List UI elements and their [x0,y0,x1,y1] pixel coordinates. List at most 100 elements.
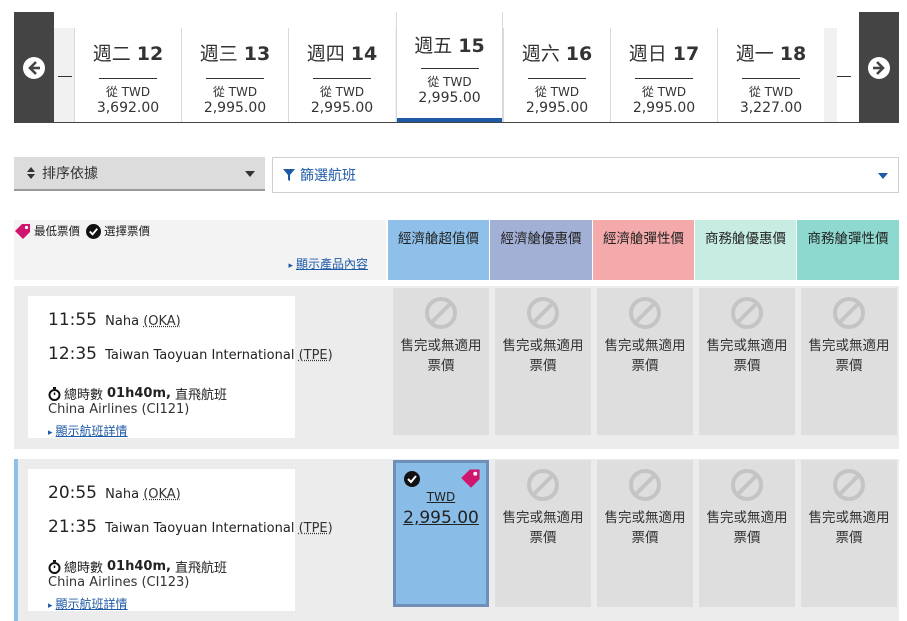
fare-cell-unavailable[interactable]: 售完或無適用票價 [393,288,489,435]
date-day: 17 [672,43,700,65]
date-day: 13 [243,43,271,65]
date-price: 2,995.00 [203,100,267,116]
unavailable-text: 售完或無適用票價 [604,338,686,374]
date-from-label: 從 TWD [534,85,580,99]
arrival-city: Taiwan Taoyuan International [105,521,295,536]
arrival: 21:35 Taiwan Taoyuan International (TPE) [48,517,333,537]
filter-label: 篩選航班 [300,168,356,184]
price-tag-icon [15,224,30,239]
date-from-label: 從 TWD [641,85,687,99]
unavailable-text: 售完或無適用票價 [808,338,890,374]
show-product-link[interactable]: ▸ 顯示產品內容 [288,255,368,272]
date-tab-6[interactable]: 週一 18 從 TWD 3,227.00 [717,28,824,122]
not-available-icon [629,297,661,329]
departure-time: 11:55 [48,310,97,330]
chevron-right-icon: ▸ [48,601,53,611]
date-weekday: 週五 [414,35,453,57]
date-tab-0[interactable]: 週二 12 從 TWD 3,692.00 [74,28,181,122]
date-day: 12 [136,43,164,65]
date-price: 3,692.00 [96,100,160,116]
fare-cell-unavailable[interactable]: 售完或無適用票價 [699,288,795,435]
departure-city: Naha [105,487,140,502]
date-price: 2,995.00 [632,100,696,116]
arrival-code: (TPE) [298,521,333,536]
duration-value: 01h40m, [107,386,171,401]
fare-amount: 2,995.00 [403,508,479,528]
duration-label: 總時數 [64,388,104,403]
chevron-down-icon [245,171,255,177]
not-available-icon [629,469,661,501]
fare-legend: 最低票價 選擇票價 ▸ 顯示產品內容 [14,220,386,280]
date-price: 3,227.00 [739,100,803,116]
date-tab-3[interactable]: 週五 15 從 TWD 2,995.00 [396,12,503,122]
fare-cell-unavailable[interactable]: 售完或無適用票價 [597,288,693,435]
stops-label: 直飛航班 [174,388,227,403]
fare-header-label: 商務艙優惠價 [705,231,786,247]
fare-cell-economy-saver-selected[interactable]: TWD 2,995.00 [393,460,489,607]
date-from-label: 從 TWD [212,85,258,99]
date-peek-previous [54,28,74,122]
date-tab-4[interactable]: 週六 16 從 TWD 2,995.00 [503,28,610,122]
arrow-right-circle-icon [868,56,890,79]
departure-code: (OKA) [143,487,181,502]
date-tab-2[interactable]: 週四 14 從 TWD 2,995.00 [288,28,395,122]
fare-header-business-flex: 商務艙彈性價 [797,220,899,280]
date-weekday: 週六 [521,43,560,65]
price-tag-icon [461,469,480,488]
not-available-icon [833,297,865,329]
date-track: 週二 12 從 TWD 3,692.00 週三 13 從 TWD 2,995.00 … [54,12,859,123]
not-available-icon [527,469,559,501]
check-circle-icon [404,471,420,487]
date-weekday: 週一 [735,43,774,65]
fare-header-label: 經濟艙優惠價 [500,231,582,247]
unavailable-text: 售完或無適用票價 [502,510,584,546]
date-price: 2,995.00 [418,90,481,106]
flight-row: 11:55 Naha (OKA) 12:35 Taiwan Taoyuan In… [14,286,899,449]
date-day: 15 [458,35,485,57]
unavailable-text: 售完或無適用票價 [706,510,788,546]
sort-dropdown[interactable]: 排序依據 [14,157,265,191]
stopwatch-icon [48,559,61,574]
flight-details-label: 顯示航班詳情 [55,424,128,438]
date-day: 16 [565,43,593,65]
flight-details-link[interactable]: ▸ 顯示航班詳情 [48,422,128,439]
flight-details-link[interactable]: ▸ 顯示航班詳情 [48,595,128,612]
flight-details-label: 顯示航班詳情 [55,597,128,611]
date-weekday: 週日 [628,43,667,65]
next-dates-button[interactable] [859,12,899,123]
arrow-left-circle-icon [23,56,45,79]
chevron-down-icon [878,173,888,179]
date-day: 18 [779,43,807,65]
not-available-icon [833,469,865,501]
date-tab-1[interactable]: 週三 13 從 TWD 2,995.00 [181,28,288,122]
date-peek-next [837,28,859,122]
fare-cell-unavailable[interactable]: 售完或無適用票價 [801,288,897,435]
fare-header-label: 商務艙彈性價 [807,231,889,247]
arrival-time: 21:35 [48,517,97,537]
previous-dates-button[interactable] [14,12,54,123]
legend-lowest-fare: 最低票價 [34,224,80,238]
check-circle-icon [86,223,101,239]
duration: 總時數 01h40m, 直飛航班 [48,384,227,403]
unavailable-text: 售完或無適用票價 [706,338,788,374]
departure: 20:55 Naha (OKA) [48,483,181,503]
not-available-icon [425,297,457,329]
airline-flight-number: China Airlines (CI121) [48,402,190,417]
arrival-code: (TPE) [298,348,333,363]
fare-cell-unavailable[interactable]: 售完或無適用票價 [495,460,591,607]
fare-cell-unavailable[interactable]: 售完或無適用票價 [801,460,897,607]
filter-dropdown[interactable]: 篩選航班 [272,157,899,193]
fare-cell-unavailable[interactable]: 售完或無適用票價 [495,288,591,435]
fare-header-economy-discount: 經濟艙優惠價 [490,220,592,280]
not-available-icon [731,297,763,329]
unavailable-text: 售完或無適用票價 [808,510,890,546]
date-tab-5[interactable]: 週日 17 從 TWD 2,995.00 [610,28,717,122]
fare-cell-unavailable[interactable]: 售完或無適用票價 [699,460,795,607]
arrival-city: Taiwan Taoyuan International [105,348,295,363]
flight-row-selected: 20:55 Naha (OKA) 21:35 Taiwan Taoyuan In… [14,459,899,621]
show-product-label: 顯示產品內容 [295,257,368,271]
date-from-label: 從 TWD [748,85,794,99]
date-day: 14 [350,43,378,65]
fare-cell-unavailable[interactable]: 售完或無適用票價 [597,460,693,607]
flight-info: 20:55 Naha (OKA) 21:35 Taiwan Taoyuan In… [28,469,333,612]
